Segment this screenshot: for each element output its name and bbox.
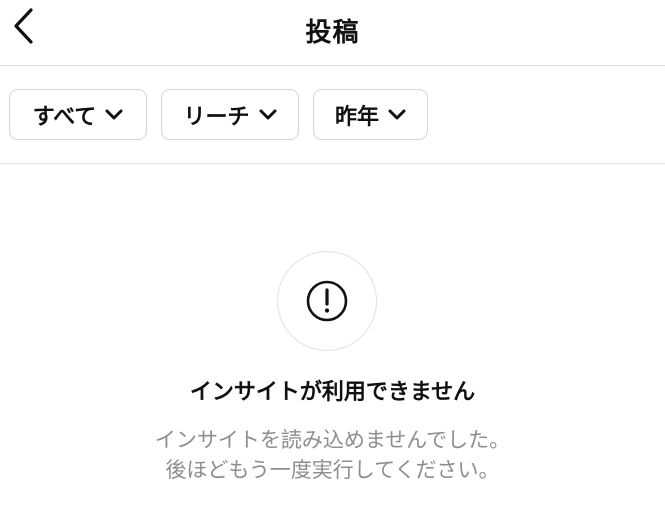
empty-state-message-line: インサイトを読み込めませんでした。 xyxy=(154,428,511,452)
filter-period-label: 昨年 xyxy=(334,104,379,130)
filter-bar: すべて リーチ 昨年 xyxy=(0,66,665,164)
filter-content-type-label: すべて xyxy=(32,104,97,130)
filter-metric-label: リーチ xyxy=(183,104,250,130)
empty-state-icon-container xyxy=(277,251,377,351)
filter-period-dropdown[interactable]: 昨年 xyxy=(313,89,428,140)
filter-metric-dropdown[interactable]: リーチ xyxy=(161,89,299,140)
header-bar: 投稿 xyxy=(0,0,665,66)
chevron-down-icon xyxy=(259,109,277,121)
empty-state-message-line: 後ほどもう一度実行してください。 xyxy=(165,458,500,482)
exclamation-circle-icon xyxy=(306,280,348,322)
page-title: 投稿 xyxy=(305,18,360,48)
chevron-down-icon xyxy=(105,109,123,121)
chevron-down-icon xyxy=(388,109,406,121)
filter-content-type-dropdown[interactable]: すべて xyxy=(9,89,147,140)
empty-state-title: インサイトが利用できません xyxy=(189,380,476,405)
empty-state-message: インサイトを読み込めませんでした。 後ほどもう一度実行してください。 xyxy=(0,425,665,485)
